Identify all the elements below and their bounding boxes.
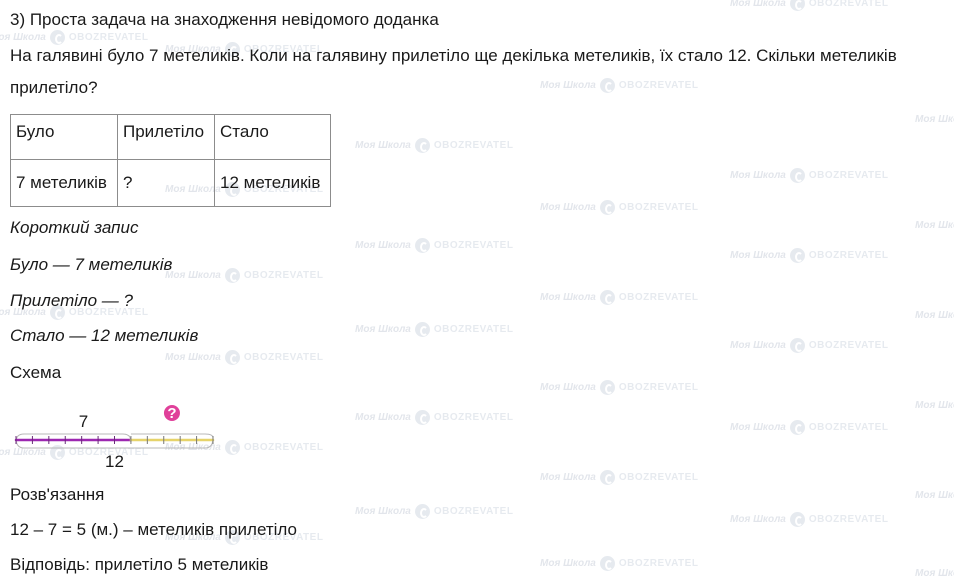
table-cell: 7 метеликів <box>10 159 118 207</box>
table-header-cell: Було <box>10 114 118 160</box>
solution-expression: 12 – 7 = 5 (м.) – метеликів прилетіло <box>10 520 297 539</box>
unknown-part-label: ? <box>167 405 176 422</box>
condition-table: Було Прилетіло Стало 7 метеликів ? 12 ме… <box>10 114 331 207</box>
table-header-cell: Прилетіло <box>117 114 215 160</box>
document-body: 3) Проста задача на знаходження невідомо… <box>0 0 954 580</box>
answer-text: Відповідь: прилетіло 5 метеликів <box>10 555 269 574</box>
table-header-cell: Стало <box>214 114 331 160</box>
short-record-item: Було — 7 метеликів <box>10 255 173 274</box>
table-cell: 12 метеликів <box>214 159 331 207</box>
short-record-item: Стало — 12 метеликів <box>10 326 199 345</box>
solution-heading: Розв'язання <box>10 485 105 504</box>
short-record-item: Прилетіло — ? <box>10 291 133 310</box>
problem-text-line-1: На галявині було 7 метеликів. Коли на га… <box>10 46 897 65</box>
table-row: 7 метеликів ? 12 метеликів <box>10 159 331 207</box>
table-header-row: Було Прилетіло Стало <box>10 114 331 160</box>
problem-text-line-2: прилетіло? <box>10 78 98 97</box>
short-record-heading: Короткий запис <box>10 218 139 237</box>
task-title: 3) Проста задача на знаходження невідомо… <box>10 10 439 29</box>
scheme-heading: Схема <box>10 363 62 382</box>
segment-scheme: 7 ? 12 <box>14 405 215 471</box>
total-label: 12 <box>105 452 124 471</box>
table-cell: ? <box>117 159 215 207</box>
known-part-label: 7 <box>79 412 88 431</box>
